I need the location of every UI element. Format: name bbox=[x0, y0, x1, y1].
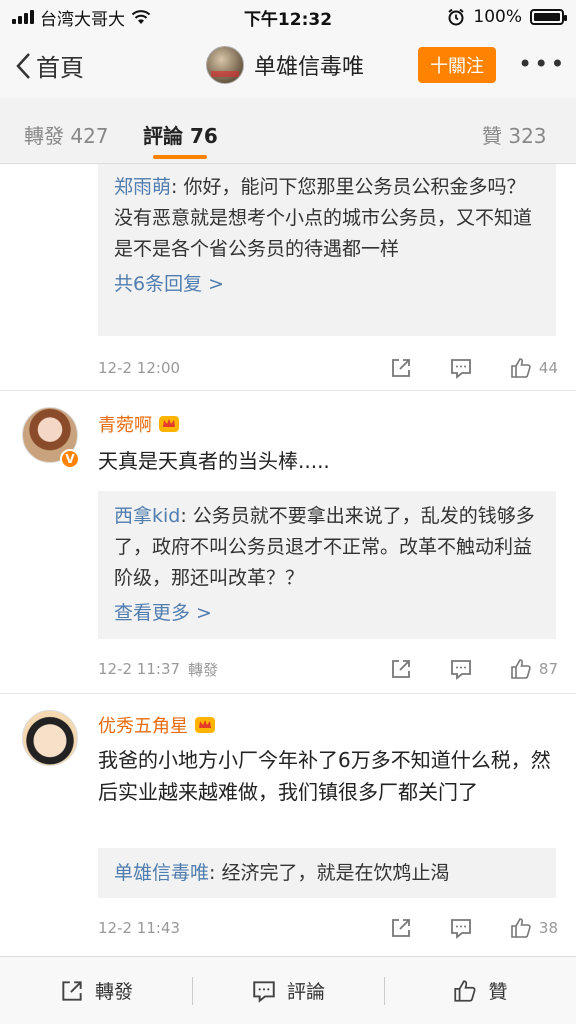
comment-actions: 38 bbox=[389, 916, 558, 940]
comment-icon[interactable] bbox=[449, 356, 473, 380]
repost-tag: 轉發 bbox=[188, 660, 219, 679]
tab-count: 323 bbox=[508, 124, 547, 148]
alarm-icon bbox=[448, 8, 465, 26]
reply-text: : 经济完了，就是在饮鸩止渴 bbox=[209, 862, 450, 884]
tab-indicator bbox=[153, 155, 207, 159]
status-left: 台湾大哥大 bbox=[12, 5, 151, 30]
divider bbox=[0, 693, 576, 694]
reply-more-link[interactable]: 共6条回复 > bbox=[114, 269, 540, 300]
like-button[interactable]: 贊 bbox=[384, 957, 576, 1024]
like-count: 87 bbox=[538, 660, 558, 678]
share-icon bbox=[62, 980, 82, 1001]
tab-count: 427 bbox=[70, 124, 109, 148]
status-right: 100% bbox=[447, 7, 567, 27]
crown-icon bbox=[159, 416, 179, 432]
share-icon[interactable] bbox=[389, 916, 413, 940]
comment-meta: 12-2 11:43 38 bbox=[98, 916, 558, 940]
comment-feed[interactable]: 郑雨萌: 你好，能问下您那里公务员公积金多吗？没有恶意就是想考个小点的城市公务员… bbox=[0, 164, 576, 956]
comment-icon[interactable] bbox=[449, 916, 473, 940]
thumbs-up-icon bbox=[511, 358, 531, 378]
comment-icon[interactable] bbox=[449, 657, 473, 681]
comment-meta: 12-2 12:00 44 bbox=[98, 356, 558, 380]
reply-box[interactable]: 单雄信毒唯: 经济完了，就是在饮鸩止渴 bbox=[98, 848, 556, 898]
comment-time: 12-2 12:00 bbox=[98, 359, 181, 377]
avatar[interactable] bbox=[22, 710, 78, 766]
back-label: 首頁 bbox=[36, 54, 84, 82]
tab-label: 贊 bbox=[482, 124, 502, 148]
like-label: 贊 bbox=[488, 981, 508, 1003]
chevron-left-icon bbox=[16, 52, 30, 79]
tab-repost[interactable]: 轉發 427 bbox=[24, 120, 109, 149]
more-icon[interactable]: ••• bbox=[518, 52, 566, 76]
signal-icon bbox=[12, 10, 34, 24]
verified-badge-icon: V bbox=[60, 449, 80, 469]
reply-more-link[interactable]: 查看更多 > bbox=[114, 598, 540, 629]
wifi-icon bbox=[131, 10, 151, 24]
like-button[interactable]: 38 bbox=[509, 916, 558, 940]
comment-text: 天真是天真者的当头棒..... bbox=[98, 449, 330, 473]
reply-author[interactable]: 西拿kid bbox=[114, 505, 180, 527]
battery-percent: 100% bbox=[473, 7, 522, 27]
like-count: 44 bbox=[538, 359, 558, 377]
username: 优秀五角星 bbox=[98, 716, 188, 737]
reply-author[interactable]: 郑雨萌 bbox=[114, 176, 171, 198]
tab-label: 評論 bbox=[143, 124, 183, 148]
comment-button[interactable]: 評論 bbox=[192, 957, 384, 1024]
tab-comments[interactable]: 評論 76 bbox=[143, 120, 218, 149]
like-button[interactable]: 44 bbox=[509, 356, 558, 380]
comment-actions: 44 bbox=[389, 356, 558, 380]
like-button[interactable]: 87 bbox=[509, 657, 558, 681]
thumbs-up-icon bbox=[511, 659, 531, 679]
repost-button[interactable]: 轉發 bbox=[0, 957, 192, 1024]
username: 青菀啊 bbox=[98, 415, 152, 436]
reply-box[interactable]: 郑雨萌: 你好，能问下您那里公务员公积金多吗？没有恶意就是想考个小点的城市公务员… bbox=[98, 164, 556, 336]
tab-bar: 轉發 427 評論 76 贊 323 bbox=[0, 98, 576, 164]
nav-bar: 首頁 单雄信毒唯 十關注 ••• bbox=[0, 34, 576, 98]
bottom-toolbar: 轉發 評論 贊 bbox=[0, 956, 576, 1024]
comment-author[interactable]: 优秀五角星 bbox=[98, 712, 216, 738]
comment-text: 我爸的小地方小厂今年补了6万多不知道什么税，然后实业越来越难做，我们镇很多厂都关… bbox=[98, 748, 551, 804]
like-count: 38 bbox=[538, 919, 558, 937]
thumbs-up-icon bbox=[511, 918, 531, 938]
nav-profile[interactable]: 单雄信毒唯 bbox=[206, 46, 364, 84]
comment-actions: 87 bbox=[389, 657, 558, 681]
tab-count: 76 bbox=[189, 124, 218, 148]
comment-time: 12-2 11:43 bbox=[98, 919, 181, 937]
comment-time: 12-2 11:37 bbox=[98, 660, 181, 678]
tab-likes[interactable]: 贊 323 bbox=[482, 120, 547, 149]
reply-text: : 你好，能问下您那里公务员公积金多吗？没有恶意就是想考个小点的城市公务员，又不… bbox=[114, 176, 533, 260]
thumbs-up-icon bbox=[454, 979, 476, 1002]
battery-icon bbox=[530, 9, 567, 25]
avatar bbox=[206, 46, 244, 84]
tab-label: 轉發 bbox=[24, 124, 64, 148]
share-icon[interactable] bbox=[389, 356, 413, 380]
reply-box[interactable]: 西拿kid: 公务员就不要拿出来说了，乱发的钱够多了，政府不叫公务员退才不正常。… bbox=[98, 491, 556, 639]
follow-button[interactable]: 十關注 bbox=[418, 47, 496, 83]
carrier-label: 台湾大哥大 bbox=[40, 9, 125, 30]
page-title: 单雄信毒唯 bbox=[254, 55, 365, 80]
comment-meta: 12-2 11:37 轉發 87 bbox=[98, 657, 558, 681]
status-bar: 台湾大哥大 下午12:32 100% bbox=[0, 0, 576, 34]
back-button[interactable]: 首頁 bbox=[14, 48, 84, 83]
comment-label: 評論 bbox=[286, 981, 325, 1003]
crown-icon bbox=[195, 717, 215, 733]
repost-label: 轉發 bbox=[94, 981, 133, 1003]
share-icon[interactable] bbox=[389, 657, 413, 681]
comment-author[interactable]: 青菀啊 bbox=[98, 411, 180, 437]
comment-icon bbox=[253, 980, 275, 1003]
divider bbox=[0, 390, 576, 391]
reply-author[interactable]: 单雄信毒唯 bbox=[114, 862, 209, 884]
